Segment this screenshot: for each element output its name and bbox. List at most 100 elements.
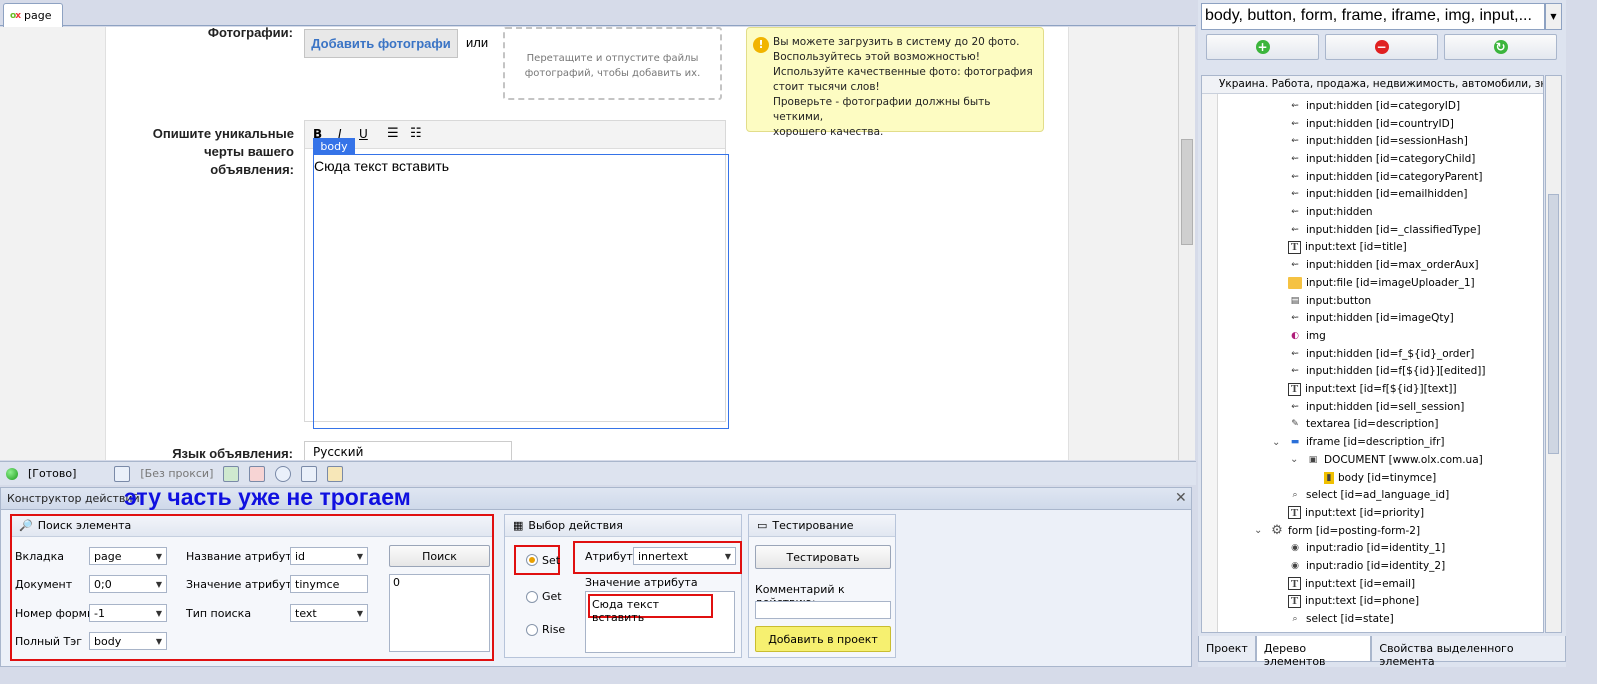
tree-node[interactable]: Tinput:text [id=phone] — [1288, 593, 1419, 611]
tree-node-label: input:hidden [id=sessionHash] — [1306, 135, 1468, 148]
tree-node-label: input:hidden [id=categoryID] — [1306, 99, 1461, 112]
tree-node[interactable]: ⇜ input:hidden [id=max_orderAux] — [1288, 256, 1478, 274]
tree-node-label: input:radio [id=identity_2] — [1306, 560, 1446, 573]
tree-node-label: input:radio [id=identity_1] — [1306, 542, 1446, 555]
tree-node[interactable]: ⇜ input:hidden — [1288, 203, 1372, 221]
expand-icon[interactable]: ⌄ — [1272, 437, 1280, 448]
scroll-thumb[interactable] — [1181, 139, 1193, 245]
tree-node[interactable]: ⇜ input:hidden [id=categoryChild] — [1288, 150, 1475, 168]
tip-line: Воспользуйтесь этой возможностью! — [773, 51, 980, 63]
tree-node[interactable]: Tinput:text [id=email] — [1288, 575, 1415, 593]
test-icon: ▭ — [757, 519, 768, 532]
body-tag-badge: body — [313, 138, 355, 155]
action-icon: ▦ — [513, 519, 524, 532]
tab-element-tree[interactable]: Дерево элементов — [1255, 636, 1372, 668]
tree-node[interactable]: ⇜ input:hidden [id=emailhidden] — [1288, 186, 1467, 204]
set-radio-dot[interactable] — [526, 554, 538, 566]
tree-node-label: input:file [id=imageUploader_1] — [1306, 276, 1475, 289]
test-button[interactable]: Тестировать — [755, 545, 891, 569]
tree-node[interactable]: input:file [id=imageUploader_1] — [1288, 274, 1475, 292]
tree-node[interactable]: ◉ input:radio [id=identity_2] — [1288, 557, 1445, 575]
tree-node[interactable]: Tinput:text [id=title] — [1288, 239, 1407, 257]
compass-icon[interactable] — [275, 465, 292, 482]
tree-node[interactable]: ◐ img — [1288, 327, 1326, 345]
tree-node[interactable]: ⌄ ⚙ form [id=posting-form-2] — [1254, 522, 1420, 540]
tab-element-properties[interactable]: Свойства выделенного элемента — [1371, 636, 1566, 668]
tree-node[interactable]: ⇜ input:hidden [id=sell_session] — [1288, 398, 1464, 416]
tag-filter-input[interactable]: body, button, form, frame, iframe, img, … — [1201, 3, 1545, 30]
windows-icon[interactable] — [301, 465, 318, 482]
bullet-list-icon[interactable]: ☰ — [387, 126, 399, 141]
tree-node[interactable]: ◐ img [id=spinner-state] — [1288, 628, 1425, 632]
tree-node[interactable]: ⌕ select [id=ad_language_id] — [1288, 486, 1449, 504]
hidden-icon: ⇜ — [1291, 224, 1299, 235]
hidden-icon: ⇜ — [1291, 171, 1299, 182]
numbered-list-icon[interactable]: ☷ — [410, 126, 422, 141]
tree-node[interactable]: ▤ input:button — [1288, 292, 1371, 310]
comment-input[interactable] — [755, 601, 891, 619]
tree-node[interactable]: Tinput:text [id=f[${id}][text]] — [1288, 380, 1457, 398]
tree-node-label: input:button — [1306, 294, 1372, 307]
proxy-icon[interactable] — [114, 465, 131, 482]
hidden-icon: ⇜ — [1291, 153, 1299, 164]
add-to-project-button[interactable]: Добавить в проект — [755, 626, 891, 652]
refresh-button[interactable]: ↻ — [1444, 34, 1557, 60]
remove-button[interactable]: − — [1325, 34, 1438, 60]
photo-drop-zone[interactable]: Перетащите и отпустите файлы фотографий,… — [503, 27, 722, 100]
tree-node[interactable]: ⌄ ▬ iframe [id=description_ifr] — [1272, 433, 1445, 451]
grid-icon[interactable] — [249, 465, 266, 482]
tree-node[interactable]: ⇜ input:hidden [id=imageQty] — [1288, 309, 1454, 327]
tree-node[interactable]: ⌕ select [id=state] — [1288, 610, 1393, 628]
underline-button[interactable]: U — [359, 127, 368, 141]
tree-node[interactable]: ⇜ input:hidden [id=categoryID] — [1288, 97, 1460, 115]
or-text: или — [466, 35, 489, 50]
tree-node[interactable]: ◉ input:radio [id=identity_1] — [1288, 540, 1445, 558]
tab-project[interactable]: Проект — [1198, 636, 1256, 662]
proxy-status: [Без прокси] — [140, 467, 214, 480]
editor-text[interactable]: Сюда текст вставить — [314, 158, 449, 174]
action-value-text[interactable]: Сюда текст вставить — [588, 594, 713, 624]
tree-node[interactable]: ⇜ input:hidden [id=_classifiedType] — [1288, 221, 1481, 239]
download-icon[interactable] — [223, 465, 240, 482]
radio-icon: ◉ — [1291, 561, 1299, 572]
get-radio[interactable]: Get — [526, 590, 562, 603]
editor-toolbar: B I U ☰ ☷ — [305, 121, 725, 149]
hidden-icon: ⇜ — [1291, 348, 1299, 359]
tree-scrollbar[interactable] — [1545, 75, 1562, 633]
set-radio[interactable]: Set — [514, 545, 560, 575]
tree-node[interactable]: Tinput:text [id=priority] — [1288, 504, 1424, 522]
tree-node[interactable]: ⇜ input:hidden [id=countryID] — [1288, 115, 1454, 133]
test-box: ▭ Тестирование Тестировать Комментарий к … — [748, 514, 896, 658]
chevron-down-icon[interactable]: ▼ — [1545, 3, 1562, 30]
tree-node-label: input:hidden [id=categoryParent] — [1306, 170, 1483, 183]
element-tree[interactable]: Украина. Работа, продажа, недвижимость, … — [1201, 75, 1544, 633]
tree-scroll-thumb[interactable] — [1548, 194, 1559, 454]
edit-icon[interactable] — [327, 465, 344, 482]
tree-node-label: input:hidden [id=sell_session] — [1306, 400, 1465, 413]
expand-icon[interactable]: ⌄ — [1290, 454, 1298, 465]
page-scrollbar[interactable] — [1178, 27, 1195, 460]
action-attr-label: Атрибут — [585, 550, 633, 563]
tree-node-label: input:text [id=phone] — [1305, 595, 1420, 608]
tree-node[interactable]: ⇜ input:hidden [id=f_${id}_order] — [1288, 345, 1474, 363]
tree-node[interactable]: ⇜ input:hidden [id=f[${id}][edited]] — [1288, 363, 1485, 381]
tab-page[interactable]: ox page — [3, 3, 63, 27]
close-icon[interactable]: ✕ — [1175, 490, 1187, 506]
tree-node[interactable]: ⇜ input:hidden [id=sessionHash] — [1288, 132, 1468, 150]
rise-radio[interactable]: Rise — [526, 623, 565, 636]
tree-gutter — [1202, 94, 1218, 632]
add-photo-button[interactable]: Добавить фотографи — [304, 29, 458, 58]
expand-icon[interactable]: ⌄ — [1254, 525, 1262, 536]
tree-node-label: input:text [id=email] — [1305, 577, 1416, 590]
body-icon: ▮ — [1324, 471, 1334, 484]
tree-node[interactable]: ⇜ input:hidden [id=categoryParent] — [1288, 168, 1483, 186]
action-attr-select[interactable]: innertext ▼ — [633, 547, 736, 565]
add-button[interactable]: + — [1206, 34, 1319, 60]
lang-select[interactable]: Русский — [304, 441, 512, 460]
tree-node[interactable]: ▮ body [id=tinymce] — [1324, 469, 1436, 487]
tree-node[interactable]: ✎ textarea [id=description] — [1288, 416, 1438, 434]
tree-node-label: input:hidden [id=_classifiedType] — [1306, 223, 1481, 236]
select-icon: ⌕ — [1292, 490, 1298, 501]
iframe-icon: ▬ — [1290, 437, 1300, 448]
tree-node[interactable]: ⌄ ▣ DOCUMENT [www.olx.com.ua] — [1290, 451, 1483, 469]
